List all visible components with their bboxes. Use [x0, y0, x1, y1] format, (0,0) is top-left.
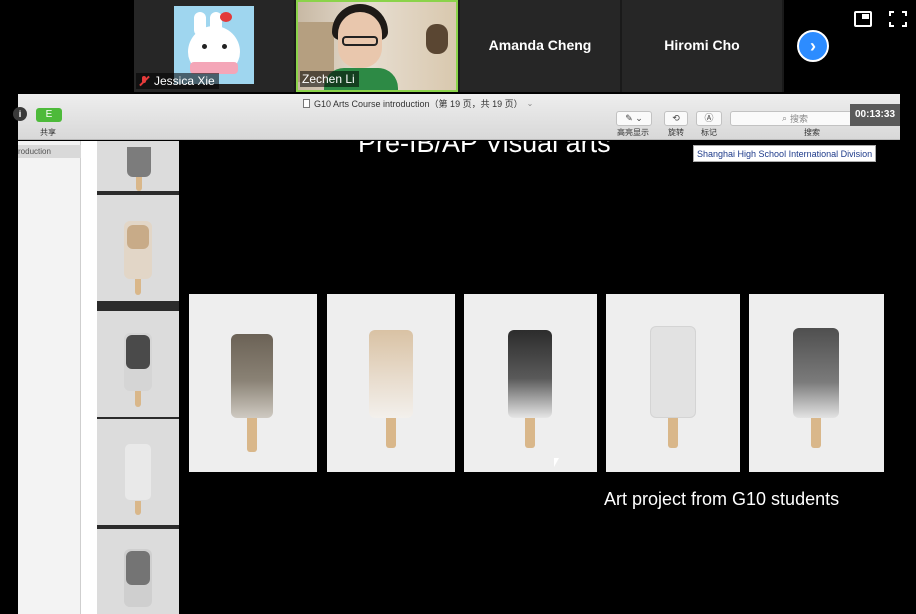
school-logo-badge: Shanghai High School International Divis…	[693, 145, 877, 162]
mouse-cursor-icon	[554, 458, 559, 467]
share-label: 共享	[40, 128, 56, 137]
chevron-down-icon[interactable]: ⌄	[527, 99, 534, 108]
participant-name: Zechen Li	[302, 72, 355, 86]
page-thumbnail[interactable]	[97, 419, 179, 525]
sidebar-gutter	[81, 141, 97, 614]
rotate-label: 旋转	[668, 128, 684, 137]
search-input[interactable]: ⌕ 搜索	[730, 111, 860, 126]
chevron-right-icon: ›	[810, 35, 816, 56]
search-icon: ⌕	[781, 113, 788, 123]
document-title-text: G10 Arts Course introduction（第 19 页，共 19…	[314, 99, 523, 109]
slide-title: Pre-IB/AP Visual arts	[358, 141, 611, 158]
participant-tile-jessica[interactable]: Jessica Xie	[134, 0, 294, 92]
rotate-icon: ⟲	[672, 113, 680, 123]
participant-name-label: Jessica Xie	[136, 73, 219, 89]
sidebar-item-introduction[interactable]: roduction	[18, 145, 81, 158]
document-icon	[303, 99, 310, 108]
artwork-photo-3	[464, 294, 597, 472]
page-thumbnail[interactable]	[97, 311, 179, 417]
artwork-photo-1	[189, 294, 317, 472]
zoom-meeting-window: Jessica Xie Zechen Li Amanda Cheng Hirom…	[0, 0, 916, 614]
artwork-photo-5	[749, 294, 884, 472]
info-icon[interactable]: i	[13, 107, 27, 121]
rotate-button[interactable]: ⟲	[664, 111, 688, 126]
highlight-label: 高亮显示	[617, 128, 649, 137]
outline-sidebar: roduction	[18, 141, 81, 614]
share-button[interactable]: E	[36, 108, 62, 122]
page-thumbnail[interactable]	[97, 141, 179, 191]
participant-name: Hiromi Cho	[664, 37, 740, 53]
search-label: 搜索	[804, 128, 820, 137]
participant-tile-hiromi[interactable]: Hiromi Cho	[622, 0, 782, 92]
mic-muted-icon	[138, 75, 150, 87]
participant-name-label: Zechen Li	[300, 71, 359, 87]
highlight-button[interactable]: ✎ ⌄	[616, 111, 652, 126]
shared-screen: i G10 Arts Course introduction（第 19 页，共 …	[13, 94, 900, 614]
highlighter-icon: ✎ ⌄	[625, 113, 643, 123]
participant-name: Amanda Cheng	[488, 37, 592, 53]
artwork-photo-4	[606, 294, 740, 472]
page-thumbnail[interactable]	[97, 529, 179, 614]
markup-icon: Ⓐ	[704, 113, 714, 123]
artwork-photo-2	[327, 294, 455, 472]
viewer-toolbar: i G10 Arts Course introduction（第 19 页，共 …	[13, 94, 900, 140]
participant-tile-zechen[interactable]: Zechen Li	[296, 0, 472, 92]
markup-button[interactable]: Ⓐ	[696, 111, 722, 126]
meeting-timer: 00:13:33	[850, 104, 900, 126]
thumbnail-strip[interactable]	[97, 141, 179, 614]
slide-caption: Art project from G10 students	[604, 489, 840, 509]
document-title: G10 Arts Course introduction（第 19 页，共 19…	[303, 97, 533, 110]
picture-in-picture-icon[interactable]	[854, 11, 872, 27]
search-placeholder: 搜索	[790, 114, 809, 124]
markup-label: 标记	[701, 128, 717, 137]
fullscreen-icon[interactable]	[889, 11, 907, 27]
participant-tile-amanda[interactable]: Amanda Cheng	[460, 0, 620, 92]
slide-canvas: Pre-IB/AP Visual arts Shanghai High Scho…	[179, 141, 894, 614]
next-participants-button[interactable]: ›	[797, 30, 829, 62]
participant-name: Jessica Xie	[154, 74, 215, 88]
page-thumbnail[interactable]	[97, 195, 179, 301]
